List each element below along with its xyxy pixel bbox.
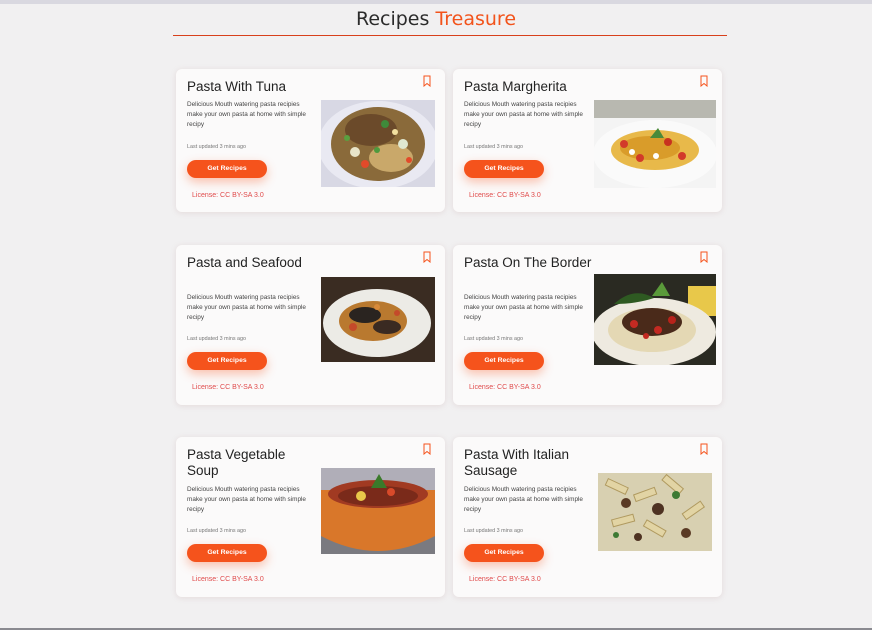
recipe-card: Pasta With Italian Sausage Delicious Mou… xyxy=(453,437,722,597)
license-link[interactable]: License: CC BY-SA 3.0 xyxy=(192,576,264,583)
last-updated: Last updated 3 mins ago xyxy=(187,528,247,534)
get-recipes-button[interactable]: Get Recipes xyxy=(187,352,267,370)
recipe-description: Delicious Mouth watering pasta recipies … xyxy=(187,486,306,514)
bookmark-icon[interactable] xyxy=(422,251,432,263)
recipe-description: Delicious Mouth watering pasta recipies … xyxy=(464,101,583,129)
recipe-photo xyxy=(321,468,435,554)
license-link[interactable]: License: CC BY-SA 3.0 xyxy=(469,384,541,391)
recipe-card: Pasta Vegetable Soup Delicious Mouth wat… xyxy=(176,437,445,597)
license-link[interactable]: License: CC BY-SA 3.0 xyxy=(192,384,264,391)
title-underline xyxy=(173,35,727,36)
recipe-description: Delicious Mouth watering pasta recipies … xyxy=(464,294,583,322)
recipe-photo xyxy=(321,277,435,362)
recipe-title: Pasta Margherita xyxy=(464,79,567,94)
license-link[interactable]: License: CC BY-SA 3.0 xyxy=(192,192,264,199)
page-title: Recipes Treasure xyxy=(0,6,872,32)
title-accent: Treasure xyxy=(435,8,517,30)
recipe-title: Pasta Vegetable Soup xyxy=(187,447,286,478)
recipe-title: Pasta With Italian Sausage xyxy=(464,447,570,478)
recipe-title: Pasta On The Border xyxy=(464,255,592,270)
bookmark-icon[interactable] xyxy=(699,443,709,455)
get-recipes-button[interactable]: Get Recipes xyxy=(464,544,544,562)
get-recipes-button[interactable]: Get Recipes xyxy=(464,352,544,370)
get-recipes-button[interactable]: Get Recipes xyxy=(187,544,267,562)
page-header: Recipes Treasure xyxy=(0,4,872,32)
last-updated: Last updated 3 mins ago xyxy=(464,336,524,342)
get-recipes-button[interactable]: Get Recipes xyxy=(187,160,267,178)
recipe-card: Pasta With Tuna Delicious Mouth watering… xyxy=(176,69,445,212)
recipe-description: Delicious Mouth watering pasta recipies … xyxy=(464,486,583,514)
recipe-description: Delicious Mouth watering pasta recipies … xyxy=(187,101,306,129)
license-link[interactable]: License: CC BY-SA 3.0 xyxy=(469,576,541,583)
recipe-title: Pasta and Seafood xyxy=(187,255,302,270)
recipe-card: Pasta On The Border Delicious Mouth wate… xyxy=(453,245,722,405)
bookmark-icon[interactable] xyxy=(422,443,432,455)
last-updated: Last updated 3 mins ago xyxy=(464,528,524,534)
last-updated: Last updated 3 mins ago xyxy=(464,144,524,150)
recipe-card: Pasta Margherita Delicious Mouth waterin… xyxy=(453,69,722,212)
recipe-photo xyxy=(598,473,712,551)
bookmark-icon[interactable] xyxy=(699,251,709,263)
recipe-photo xyxy=(321,100,435,187)
recipe-photo xyxy=(594,274,716,365)
get-recipes-button[interactable]: Get Recipes xyxy=(464,160,544,178)
recipe-photo xyxy=(594,100,716,188)
recipe-card: Pasta and Seafood Delicious Mouth wateri… xyxy=(176,245,445,405)
last-updated: Last updated 3 mins ago xyxy=(187,336,247,342)
license-link[interactable]: License: CC BY-SA 3.0 xyxy=(469,192,541,199)
title-main: Recipes xyxy=(355,8,430,30)
bookmark-icon[interactable] xyxy=(699,75,709,87)
recipe-title: Pasta With Tuna xyxy=(187,79,287,94)
recipe-description: Delicious Mouth watering pasta recipies … xyxy=(187,294,306,322)
last-updated: Last updated 3 mins ago xyxy=(187,144,247,150)
bookmark-icon[interactable] xyxy=(422,75,432,87)
